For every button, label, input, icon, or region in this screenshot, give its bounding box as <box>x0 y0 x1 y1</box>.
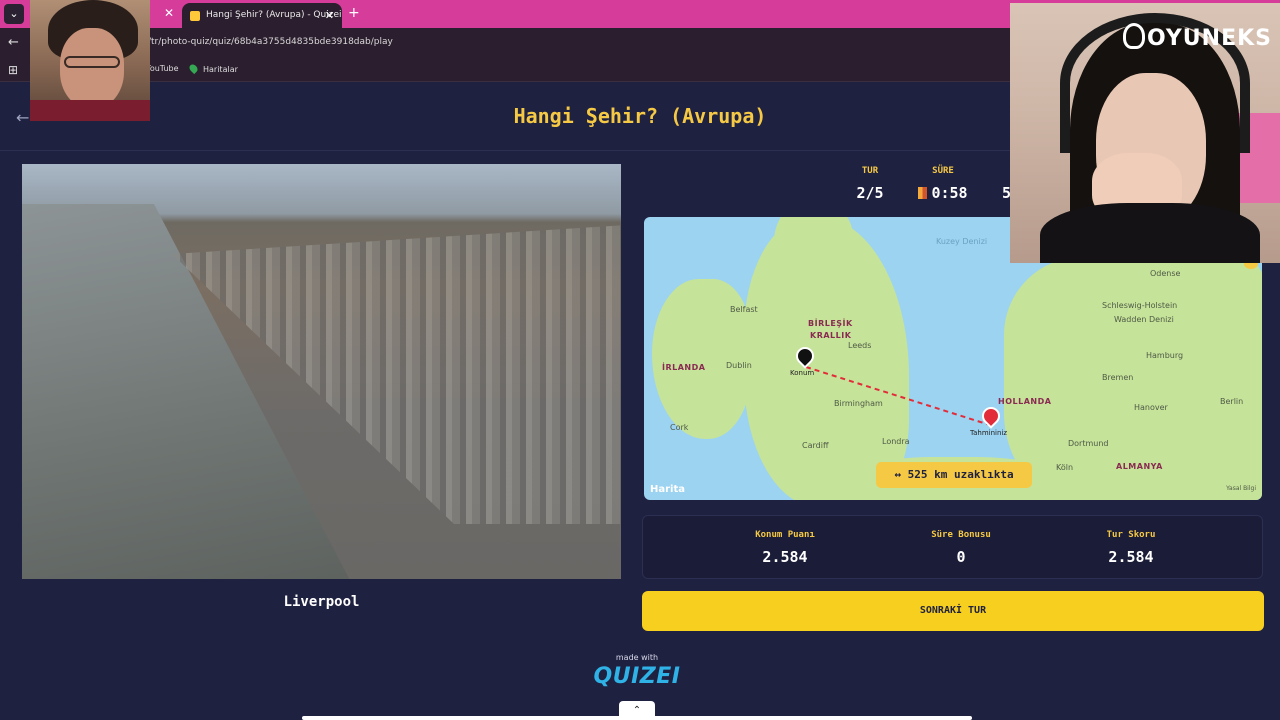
guess-label: Tahmininiz <box>970 429 1008 437</box>
timer-icon <box>918 187 928 199</box>
brand-watermark: OYUNEKS <box>1122 23 1272 51</box>
close-tab-icon[interactable]: ✕ <box>325 3 334 28</box>
round-value: 2/5 <box>856 184 884 202</box>
favicon-icon <box>190 11 200 21</box>
webcam-left-glasses <box>64 56 120 68</box>
webcam-left-face <box>60 28 124 108</box>
quizei-logo[interactable]: QUIZEI <box>590 664 684 689</box>
distance-badge: ↔ 525 km uzaklıkta <box>876 462 1032 488</box>
photo-caption: Liverpool <box>283 594 360 610</box>
time-label: SÜRE <box>932 166 954 176</box>
location-score-value: 2.584 <box>762 548 808 566</box>
new-tab-icon[interactable]: + <box>348 5 360 21</box>
actual-location-label: Konum <box>790 369 815 377</box>
maps-pin-icon <box>187 62 200 75</box>
round-label: TUR <box>861 166 879 176</box>
bookmark-maps[interactable]: Haritalar <box>187 62 238 75</box>
brand-name: OYUNEKS <box>1146 26 1272 51</box>
next-round-button[interactable]: SONRAKİ TUR <box>642 591 1264 631</box>
webcam-left <box>30 0 150 121</box>
map-attribution[interactable]: Harita <box>650 484 685 495</box>
made-with-text: made with <box>615 653 659 662</box>
time-stat: SÜRE 0:58 <box>912 166 974 202</box>
location-score: Konum Puanı 2.584 <box>705 530 865 566</box>
browser-tab-active[interactable]: Hangi Şehir? (Avrupa) - Quizei ✕ <box>182 3 342 28</box>
url-field[interactable]: /tr/photo-quiz/quiz/68b4a3755d4835bde391… <box>148 37 393 47</box>
round-score-label: Tur Skoru <box>1106 530 1156 540</box>
round-score: Tur Skoru 2.584 <box>1051 530 1211 566</box>
score-summary: Konum Puanı 2.584 Süre Bonusu 0 Tur Skor… <box>642 515 1263 579</box>
time-value-wrap: 0:58 <box>912 184 974 202</box>
brand-logo-icon <box>1122 23 1145 49</box>
webcam-right: OYUNEKS <box>1010 3 1280 263</box>
bookmark-youtube[interactable]: YouTube <box>146 64 179 73</box>
time-value: 0:58 <box>931 184 968 202</box>
chevron-up-icon[interactable]: ⌃ <box>619 701 655 720</box>
browser-back-icon[interactable]: ← <box>8 35 19 50</box>
apps-grid-icon[interactable]: ⊞ <box>8 63 18 77</box>
time-bonus: Süre Bonusu 0 <box>881 530 1041 566</box>
bookmark-maps-label: Haritalar <box>203 65 238 74</box>
round-score-value: 2.584 <box>1108 548 1154 566</box>
tab-title: Hangi Şehir? (Avrupa) - Quizei <box>206 10 342 20</box>
time-bonus-label: Süre Bonusu <box>931 530 991 540</box>
time-bonus-value: 0 <box>956 548 966 566</box>
close-tab-icon[interactable]: ✕ <box>164 6 174 20</box>
location-score-label: Konum Puanı <box>755 530 815 540</box>
webcam-right-body <box>1040 203 1260 263</box>
map-legal-link[interactable]: Yasal Bilgi <box>1226 485 1256 492</box>
webcam-left-shirt <box>30 100 150 121</box>
quiz-photo <box>22 164 621 579</box>
round-stat: TUR 2/5 <box>846 166 894 202</box>
tab-search-icon[interactable]: ⌄ <box>4 4 24 24</box>
